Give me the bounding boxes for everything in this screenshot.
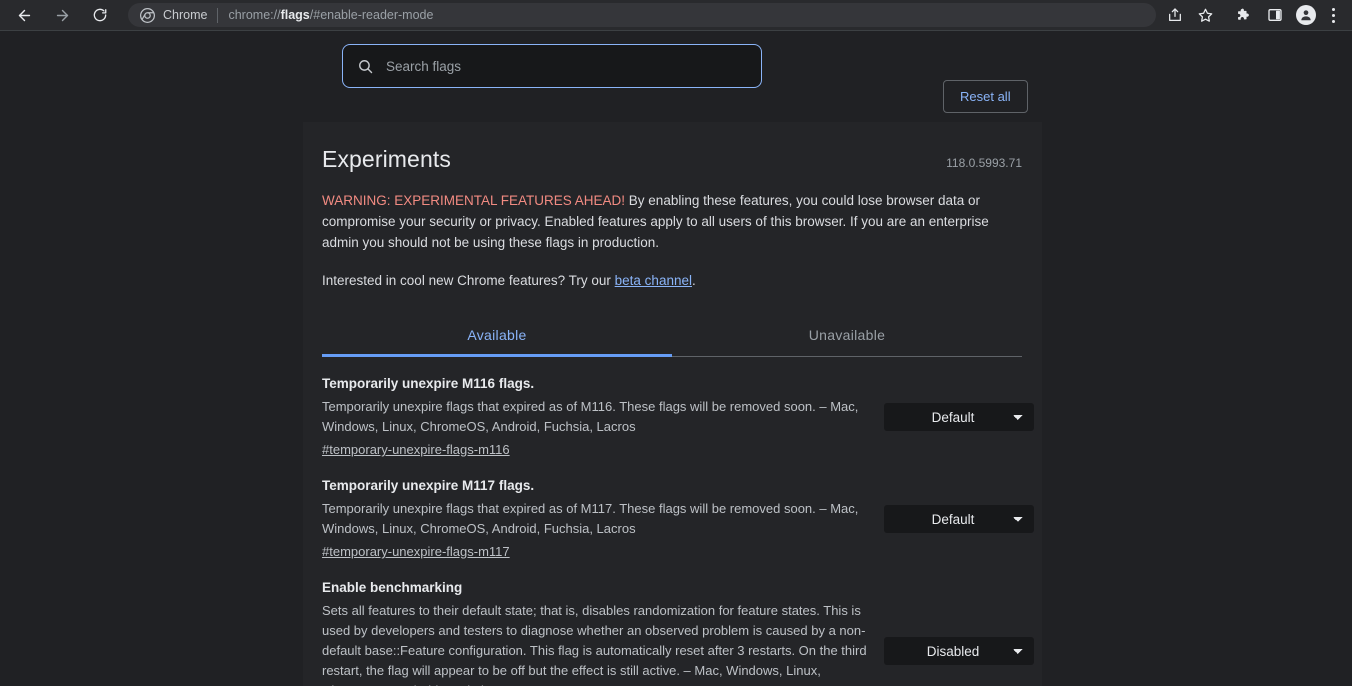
tab-bar: Available Unavailable	[322, 317, 1022, 357]
menu-dot	[1331, 19, 1335, 23]
flags-page: Reset all Experiments 118.0.5993.71 WARN…	[0, 31, 1352, 686]
search-box[interactable]	[342, 44, 762, 88]
more-menu-icon[interactable]	[1324, 4, 1342, 26]
flag-row: Temporarily unexpire M117 flags. Tempora…	[322, 459, 1034, 561]
menu-dot	[1331, 13, 1335, 17]
tab-unavailable[interactable]: Unavailable	[672, 317, 1022, 356]
warning-headline: WARNING: EXPERIMENTAL FEATURES AHEAD!	[322, 193, 626, 208]
menu-dot	[1331, 7, 1335, 11]
flag-title: Enable benchmarking	[322, 580, 463, 595]
flag-info: Temporarily unexpire M116 flags. Tempora…	[322, 375, 870, 459]
page-title: Experiments	[322, 146, 451, 172]
url-prefix: chrome://	[228, 8, 281, 22]
flag-control: DefaultEnabledDisabled	[870, 637, 1034, 665]
beta-channel-link[interactable]: beta channel	[615, 273, 692, 288]
flag-control: DefaultEnabledDisabled	[870, 403, 1034, 431]
tab-active-indicator	[322, 354, 672, 357]
share-icon[interactable]	[1162, 2, 1188, 28]
search-input[interactable]	[386, 58, 747, 74]
beta-suffix: .	[691, 273, 696, 288]
flag-state-select[interactable]: DefaultEnabledDisabled	[884, 505, 1034, 533]
flag-list: Temporarily unexpire M116 flags. Tempora…	[322, 357, 1034, 686]
omnibox-app-name: Chrome	[163, 8, 208, 22]
omnibox-divider	[217, 7, 219, 23]
flag-info: Enable benchmarking Sets all features to…	[322, 579, 870, 686]
address-bar[interactable]: Chrome chrome://flags/#enable-reader-mod…	[128, 3, 1156, 27]
flag-title: Temporarily unexpire M116 flags.	[322, 376, 535, 391]
search-strip: Reset all	[0, 31, 1352, 113]
flag-row: Enable benchmarking Sets all features to…	[322, 561, 1034, 686]
beta-channel-text: Interested in cool new Chrome features? …	[322, 270, 1022, 291]
flag-description: Temporarily unexpire flags that expired …	[322, 399, 859, 434]
version-label: 118.0.5993.71	[946, 156, 1022, 170]
flag-permalink[interactable]: #temporary-unexpire-flags-m117	[322, 544, 510, 559]
search-icon	[359, 59, 373, 73]
flag-row: Temporarily unexpire M116 flags. Tempora…	[322, 357, 1034, 459]
flag-state-select[interactable]: DefaultEnabledDisabled	[884, 637, 1034, 665]
page-header: Experiments 118.0.5993.71	[322, 122, 1022, 173]
url-host: flags	[280, 8, 310, 22]
omnibox-url: chrome://flags/#enable-reader-mode	[228, 8, 433, 22]
reset-all-button[interactable]: Reset all	[943, 80, 1028, 113]
chrome-logo-icon	[140, 7, 155, 23]
reload-icon[interactable]	[86, 1, 114, 29]
browser-toolbar: Chrome chrome://flags/#enable-reader-mod…	[0, 0, 1352, 31]
flag-info: Temporarily unexpire M117 flags. Tempora…	[322, 477, 870, 561]
toolbar-actions	[1162, 2, 1344, 28]
forward-icon[interactable]	[48, 1, 76, 29]
beta-prefix: Interested in cool new Chrome features? …	[322, 273, 615, 288]
url-path: /#enable-reader-mode	[309, 8, 434, 22]
experiments-card: Experiments 118.0.5993.71 WARNING: EXPER…	[303, 122, 1042, 686]
profile-avatar-icon[interactable]	[1296, 5, 1316, 25]
warning-text: WARNING: EXPERIMENTAL FEATURES AHEAD! By…	[322, 190, 1022, 253]
back-icon[interactable]	[10, 1, 38, 29]
flag-control: DefaultEnabledDisabled	[870, 505, 1034, 533]
star-icon[interactable]	[1192, 2, 1218, 28]
tab-available[interactable]: Available	[322, 317, 672, 356]
flag-description: Sets all features to their default state…	[322, 603, 867, 686]
side-panel-icon[interactable]	[1262, 2, 1288, 28]
flag-title: Temporarily unexpire M117 flags.	[322, 478, 535, 493]
flag-permalink[interactable]: #temporary-unexpire-flags-m116	[322, 442, 510, 457]
flag-description: Temporarily unexpire flags that expired …	[322, 501, 859, 536]
extensions-puzzle-icon[interactable]	[1230, 2, 1256, 28]
flag-state-select[interactable]: DefaultEnabledDisabled	[884, 403, 1034, 431]
